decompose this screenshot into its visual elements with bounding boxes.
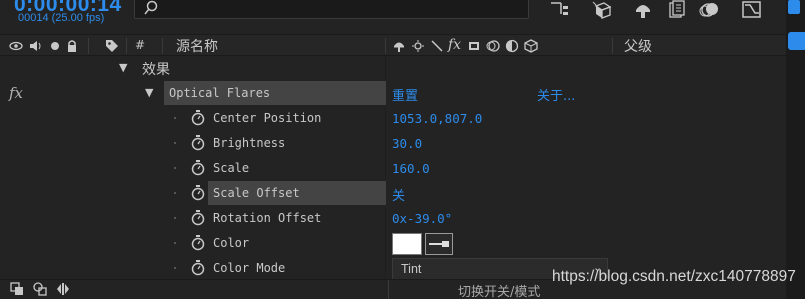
quality-icon[interactable] (430, 39, 444, 53)
color-swatch[interactable] (392, 233, 422, 255)
property-name: Center Position (213, 111, 322, 125)
toggle-switches-modes-button[interactable]: 切换开关/模式 (458, 281, 540, 299)
property-name: Color Mode (213, 261, 286, 275)
stopwatch-icon[interactable] (191, 160, 205, 176)
stopwatch-icon[interactable] (191, 185, 205, 201)
property-indent-dot (174, 142, 176, 144)
lock-icon[interactable] (65, 39, 79, 53)
stopwatch-icon[interactable] (191, 235, 205, 251)
property-row[interactable]: Scale 160.0 (0, 156, 786, 181)
frame-rate-display: 00014 (25.00 fps) (18, 12, 105, 24)
eyedropper-icon (429, 241, 449, 247)
stopwatch-icon[interactable] (191, 210, 205, 226)
property-indent-dot (174, 217, 176, 219)
stopwatch-icon[interactable] (191, 110, 205, 126)
effect-name[interactable]: Optical Flares (169, 86, 270, 100)
collapse-triangle-icon[interactable]: ▼ (145, 86, 153, 99)
reset-link[interactable]: 重置 (392, 85, 418, 104)
layer-number-header[interactable]: # (135, 38, 145, 52)
stopwatch-icon[interactable] (191, 260, 205, 276)
in-out-toggle-icon[interactable] (56, 282, 70, 296)
property-value[interactable]: 30.0 (392, 136, 422, 151)
footer-divider (388, 280, 389, 299)
layer-column-header: # 源名称 fx 父级 (0, 34, 786, 56)
parent-header[interactable]: 父级 (624, 36, 652, 56)
property-value[interactable]: 1053.0,807.0 (392, 111, 482, 126)
property-indent-dot (174, 267, 176, 269)
property-row[interactable]: Brightness 30.0 (0, 131, 786, 156)
property-row[interactable]: Scale Offset 关 (0, 181, 786, 206)
search-icon (144, 0, 158, 15)
property-value[interactable]: 160.0 (392, 161, 430, 176)
composition-flowchart-icon[interactable] (548, 0, 570, 20)
shy-layers-icon[interactable] (632, 0, 654, 20)
collapse-transform-icon[interactable] (411, 39, 425, 53)
header-separator (88, 38, 89, 54)
about-link[interactable]: 关于... (537, 85, 575, 104)
frame-blend-switch-icon[interactable] (467, 39, 481, 53)
collapse-triangle-icon[interactable]: ▼ (119, 61, 127, 74)
property-name: Brightness (213, 136, 286, 150)
eyedropper-button[interactable] (425, 233, 453, 255)
effect-enable-fx-icon[interactable]: fx (9, 84, 23, 102)
current-time-indicator-handle[interactable] (788, 32, 805, 50)
header-separator (162, 38, 163, 54)
property-name: Rotation Offset (213, 211, 322, 225)
transfer-controls-toggle-icon[interactable] (33, 282, 47, 296)
solo-dot-icon[interactable] (48, 39, 62, 53)
property-row[interactable]: Rotation Offset 0x-39.0° (0, 206, 786, 231)
motion-blur-switch-icon[interactable] (486, 39, 500, 53)
property-row[interactable]: Center Position 1053.0,807.0 (0, 106, 786, 131)
video-eye-icon[interactable] (9, 39, 23, 53)
property-name: Color (213, 236, 250, 250)
effect-row[interactable]: fx ▼ Optical Flares 重置 关于... (0, 81, 786, 106)
property-indent-dot (174, 242, 176, 244)
property-indent-dot (174, 167, 176, 169)
shy-switch-icon[interactable] (392, 39, 406, 53)
property-name: Scale (213, 161, 250, 175)
stopwatch-icon[interactable] (191, 135, 205, 151)
property-indent-dot (174, 117, 176, 119)
graph-editor-icon[interactable] (741, 0, 763, 20)
layer-search-input[interactable] (134, 0, 529, 19)
source-name-header[interactable]: 源名称 (176, 36, 218, 56)
draft-3d-icon[interactable] (590, 0, 612, 20)
3d-layer-icon[interactable] (524, 39, 538, 53)
property-row[interactable]: Color (0, 231, 786, 256)
dropdown-selected-value: Tint (401, 262, 422, 276)
frame-blending-icon[interactable] (666, 0, 688, 20)
property-value[interactable]: 0x-39.0° (392, 211, 452, 226)
property-value[interactable]: 关 (392, 185, 405, 204)
header-separator (612, 38, 613, 54)
adjustment-layer-icon[interactable] (505, 39, 519, 53)
motion-blur-icon[interactable] (699, 0, 721, 20)
header-separator (126, 38, 127, 54)
audio-speaker-icon[interactable] (28, 39, 42, 53)
property-indent-dot (174, 192, 176, 194)
effects-group-row[interactable]: ▼ 效果 (0, 56, 786, 81)
work-area-start-marker[interactable] (788, 0, 800, 14)
property-name: Scale Offset (213, 186, 300, 200)
label-tag-icon[interactable] (105, 39, 119, 53)
watermark-text: https://blog.csdn.net/zxc140778897 (552, 268, 796, 285)
layer-switches-toggle-icon[interactable] (10, 282, 24, 296)
composition-toolbar: 0:00:00:14 00014 (25.00 fps) (0, 0, 805, 34)
effects-group-label: 效果 (142, 62, 170, 78)
header-separator (385, 38, 386, 54)
effects-header[interactable]: fx (448, 37, 461, 53)
